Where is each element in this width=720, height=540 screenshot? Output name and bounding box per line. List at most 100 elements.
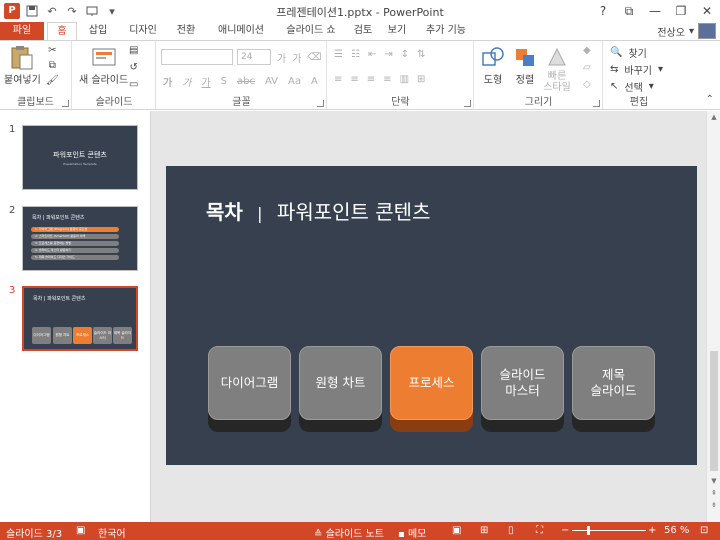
status-bar: 슬라이드 3/3 ▣ 한국어 ≙ 슬라이드 노트 ▪ 메모 ▣ ⊞ ▯ ⛶ − …	[0, 522, 720, 540]
spellcheck-icon[interactable]: ▣	[76, 525, 85, 536]
thumbnail-slide-3[interactable]: 목차 | 파워포인트 콘텐츠 다이어그램 원형 차트 프로세스 슬라이드 마스터…	[21, 285, 139, 352]
change-case-button[interactable]: Aa	[288, 76, 301, 87]
fit-to-window-icon[interactable]: ⊡	[700, 525, 708, 536]
align-right-icon[interactable]: ≡	[367, 74, 375, 85]
font-size-combo[interactable]: 24	[237, 49, 271, 65]
format-painter-icon[interactable]: 🖌	[46, 75, 59, 86]
slide-button-slide-master[interactable]: 슬라이드 마스터	[481, 346, 564, 432]
reading-view-icon[interactable]: ▯	[508, 525, 514, 536]
decrease-indent-icon[interactable]: ⇤	[368, 49, 376, 60]
thumbnail-slide-1[interactable]: 파워포인트 콘텐츠 Presentation Template	[22, 125, 138, 190]
smartart-icon[interactable]: ⊞	[417, 74, 425, 85]
shape-effects-icon[interactable]: ◇	[583, 79, 591, 90]
scrollbar-thumb[interactable]	[710, 351, 718, 471]
zoom-out-icon[interactable]: −	[561, 525, 569, 536]
minimize-button[interactable]: —	[642, 0, 668, 22]
ribbon-display-options-button[interactable]: ⧉	[616, 0, 642, 22]
quick-styles-button[interactable]: 빠른 스타일	[543, 45, 571, 93]
toc-item-text: 1. 다이어그램 (Diagram) 활용의 중요성	[35, 227, 88, 231]
grow-font-button[interactable]: 가	[277, 50, 286, 65]
comments-button[interactable]: ▪ 메모	[398, 525, 426, 540]
normal-view-icon[interactable]: ▣	[452, 525, 461, 536]
new-slide-button[interactable]: 새 슬라이드	[79, 45, 128, 86]
clipboard-group: 붙여넣기 ✂ ⧉ 🖌 클립보드	[0, 41, 72, 109]
zoom-in-icon[interactable]: +	[648, 525, 656, 536]
tab-file[interactable]: 파일	[0, 22, 44, 40]
user-account[interactable]: 전상오 ▾	[657, 23, 716, 39]
copy-icon[interactable]: ⧉	[49, 60, 56, 71]
character-spacing-button[interactable]: AV	[265, 76, 278, 87]
help-button[interactable]: ?	[590, 0, 616, 22]
restore-button[interactable]: ❐	[668, 0, 694, 22]
find-button[interactable]: 🔍 찾기	[610, 45, 647, 60]
scroll-up-icon[interactable]: ▲	[707, 111, 720, 123]
paste-button[interactable]: 붙여넣기	[4, 45, 41, 86]
tab-design[interactable]: 디자인	[122, 22, 164, 40]
text-direction-icon[interactable]: ⇅	[417, 49, 425, 60]
arrange-button[interactable]: 정렬	[511, 45, 539, 86]
clear-formatting-icon[interactable]: ⌫	[307, 52, 321, 63]
font-name-combo[interactable]	[161, 49, 233, 65]
vertical-scrollbar[interactable]: ▲ ▼ ⇞ ⇟	[706, 111, 720, 522]
tab-home[interactable]: 홈	[47, 22, 77, 41]
bullets-icon[interactable]: ☰	[334, 49, 343, 60]
toc-item-text: 2. 스마트아트 (SmartArt) 활용의 이해	[35, 234, 86, 238]
underline-button[interactable]: 가	[201, 74, 210, 89]
tab-view[interactable]: 보기	[384, 22, 410, 40]
scroll-down-icon[interactable]: ▼	[707, 475, 720, 487]
tab-addins[interactable]: 추가 기능	[418, 22, 474, 40]
strikethrough-button[interactable]: abc	[237, 76, 255, 87]
font-launcher-icon[interactable]	[317, 100, 324, 107]
close-button[interactable]: ✕	[694, 0, 720, 22]
shapes-button[interactable]: 도형	[479, 45, 507, 86]
drawing-launcher-icon[interactable]	[593, 100, 600, 107]
slide-button-process[interactable]: 프로세스	[390, 346, 473, 432]
shape-fill-icon[interactable]: ◆	[583, 45, 591, 56]
thumbnail-slide-2[interactable]: 목차 | 파워포인트 콘텐츠 1. 다이어그램 (Diagram) 활용의 중요…	[22, 206, 138, 271]
editing-group-label: 편집	[629, 97, 649, 108]
tab-transitions[interactable]: 전환	[170, 22, 202, 40]
tab-insert[interactable]: 삽입	[82, 22, 114, 40]
numbering-icon[interactable]: ☷	[351, 49, 360, 60]
slide-button-pie-chart[interactable]: 원형 차트	[299, 346, 382, 432]
slideshow-view-icon[interactable]: ⛶	[536, 525, 543, 536]
paragraph-launcher-icon[interactable]	[464, 100, 471, 107]
align-left-icon[interactable]: ≡	[334, 74, 342, 85]
zoom-slider[interactable]	[572, 530, 646, 531]
slide-button-title-slide[interactable]: 제목 슬라이드	[572, 346, 655, 432]
bold-button[interactable]: 가	[163, 74, 172, 89]
section-icon[interactable]: ▭	[129, 79, 138, 90]
text-shadow-button[interactable]: S	[221, 76, 227, 87]
line-spacing-icon[interactable]: ↕	[401, 49, 409, 60]
replace-button[interactable]: ⇆ 바꾸기 ▾	[610, 62, 663, 77]
shape-outline-icon[interactable]: ▱	[583, 62, 591, 73]
previous-slide-icon[interactable]: ⇞	[707, 487, 720, 499]
cut-icon[interactable]: ✂	[48, 45, 56, 56]
font-color-icon[interactable]: A	[311, 76, 318, 87]
next-slide-icon[interactable]: ⇟	[707, 499, 720, 511]
tab-animations[interactable]: 애니메이션	[210, 22, 272, 40]
collapse-ribbon-icon[interactable]: ⌃	[706, 94, 714, 105]
columns-icon[interactable]: ▥	[400, 74, 409, 85]
shrink-font-button[interactable]: 가	[292, 50, 301, 65]
user-name: 전상오	[657, 27, 685, 39]
language-indicator[interactable]: 한국어	[98, 525, 126, 540]
notes-button[interactable]: ≙ 슬라이드 노트	[314, 525, 384, 540]
zoom-slider-thumb[interactable]	[587, 526, 590, 535]
chevron-down-icon: ▾	[648, 81, 654, 92]
tab-review[interactable]: 검토	[350, 22, 376, 40]
justify-icon[interactable]: ≡	[383, 74, 391, 85]
select-button[interactable]: ↖ 선택 ▾	[610, 79, 654, 94]
zoom-level[interactable]: 56 %	[664, 525, 689, 536]
slide-button-diagram[interactable]: 다이어그램	[208, 346, 291, 432]
align-center-icon[interactable]: ≡	[350, 74, 358, 85]
tab-slideshow[interactable]: 슬라이드 쇼	[278, 22, 344, 40]
slide-sorter-icon[interactable]: ⊞	[480, 525, 488, 536]
clipboard-launcher-icon[interactable]	[62, 100, 69, 107]
reset-icon[interactable]: ↺	[130, 62, 138, 73]
increase-indent-icon[interactable]: ⇥	[384, 49, 392, 60]
slide-title[interactable]: 목차 | 파워포인트 콘텐츠	[206, 196, 430, 225]
italic-button[interactable]: 가	[182, 74, 191, 89]
layout-icon[interactable]: ▤	[129, 45, 138, 56]
current-slide[interactable]: 목차 | 파워포인트 콘텐츠 다이어그램 원형 차트 프로세스 슬라이드 마스터…	[166, 166, 697, 465]
